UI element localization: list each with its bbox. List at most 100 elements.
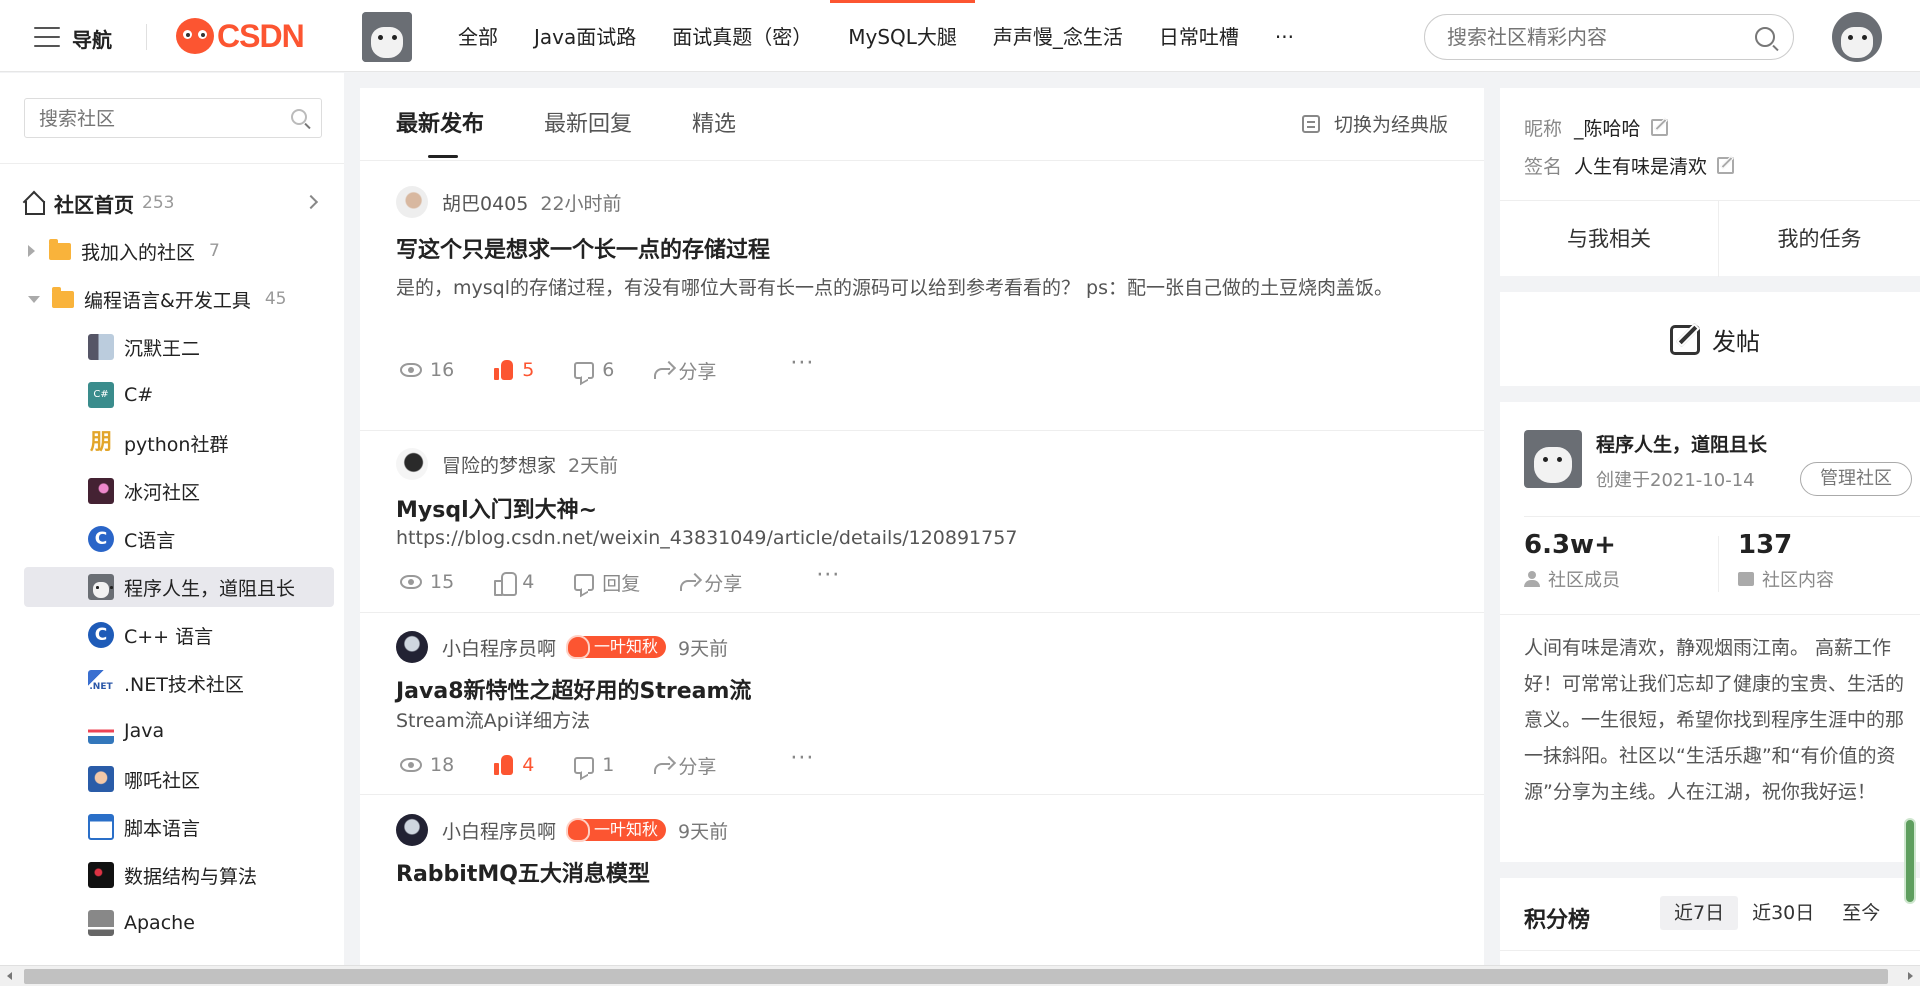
sidebar-item-algorithms[interactable]: 数据结构与算法 xyxy=(24,855,334,895)
top-tabs: 全部 Java面试路 面试真题（密） MySQL大腿 声声慢_念生活 日常吐槽 … xyxy=(440,0,1312,72)
tab-my-tasks[interactable]: 我的任务 xyxy=(1719,201,1920,277)
my-tabs: 与我相关 我的任务 xyxy=(1500,200,1920,277)
menu-icon[interactable] xyxy=(34,27,60,47)
sidebar-item-nezha[interactable]: 哪吒社区 xyxy=(24,759,334,799)
tab-life[interactable]: 声声慢_念生活 xyxy=(975,0,1141,72)
edit-icon[interactable] xyxy=(1650,119,1668,136)
sidebar-item-c[interactable]: C C语言 xyxy=(24,519,334,559)
post-body[interactable]: Stream流Api详细方法 xyxy=(396,703,1456,739)
sidebar-home[interactable]: 社区首页 253 xyxy=(22,183,322,223)
community-name: 程序人生，道阻且长 xyxy=(1596,434,1768,456)
sidebar-item-script[interactable]: 脚本语言 xyxy=(24,807,334,847)
site-search[interactable] xyxy=(1424,14,1794,60)
tab-mysql[interactable]: MySQL大腿 xyxy=(830,0,975,72)
post-author[interactable]: 小白程序员啊 xyxy=(442,817,556,844)
post-body[interactable]: https://blog.csdn.net/weixin_43831049/ar… xyxy=(396,520,1456,556)
scroll-left-arrow-icon[interactable] xyxy=(7,972,12,980)
user-badge: 一叶知秋 xyxy=(566,818,667,842)
divider xyxy=(360,794,1484,795)
tab-latest[interactable]: 最新发布 xyxy=(396,106,484,158)
nav-label[interactable]: 导航 xyxy=(72,24,112,53)
community-avatar[interactable] xyxy=(1524,430,1582,488)
post-title[interactable]: 写这个只是想求一个长一点的存储过程 xyxy=(396,232,770,264)
sidebar-item-apache[interactable]: Apache xyxy=(24,903,334,943)
tab-related-to-me[interactable]: 与我相关 xyxy=(1500,201,1718,277)
sidebar-item-java[interactable]: Java xyxy=(24,711,334,751)
comment-button[interactable]: 6 xyxy=(574,359,614,381)
new-post-button[interactable]: 发帖 xyxy=(1670,322,1760,357)
tab-featured[interactable]: 精选 xyxy=(692,106,736,146)
tab-interview-questions[interactable]: 面试真题（密） xyxy=(654,0,830,72)
sidebar-item-chenmowanger[interactable]: 沉默王二 xyxy=(24,327,334,367)
scroll-right-arrow-icon[interactable] xyxy=(1908,972,1913,980)
tab-java-interview[interactable]: Java面试路 xyxy=(516,0,654,72)
search-icon[interactable] xyxy=(1755,27,1775,47)
author-avatar[interactable] xyxy=(396,448,428,480)
tab-all-time[interactable]: 至今 xyxy=(1828,896,1894,930)
group-label: 编程语言&开发工具 xyxy=(84,289,251,312)
tab-30-days[interactable]: 近30日 xyxy=(1738,896,1828,930)
like-button[interactable]: 4 xyxy=(494,754,534,776)
sidebar-item-programmer-life[interactable]: 程序人生，道阻且长 xyxy=(24,567,334,607)
reply-button[interactable]: 回复 xyxy=(574,569,640,596)
divider xyxy=(360,430,1484,431)
tab-latest-reply[interactable]: 最新回复 xyxy=(544,106,632,146)
edit-icon[interactable] xyxy=(1717,157,1735,174)
post-body[interactable]: 是的，mysql的存储过程，有没有哪位大哥有长一点的源码可以给到参考看看的？ p… xyxy=(396,270,1456,306)
tab-daily[interactable]: 日常吐槽 xyxy=(1141,0,1257,72)
group-joined[interactable]: 我加入的社区 7 xyxy=(28,231,328,271)
post-author[interactable]: 胡巴0405 xyxy=(442,189,528,216)
share-icon xyxy=(680,574,700,591)
logo-mascot-icon xyxy=(176,18,214,54)
sidebar-item-binghe[interactable]: 冰河社区 xyxy=(24,471,334,511)
post-author[interactable]: 冒险的梦想家 xyxy=(442,451,556,478)
csdn-logo[interactable]: CSDN xyxy=(176,18,305,54)
sidebar-item-cpp[interactable]: C C++ 语言 xyxy=(24,615,334,655)
tab-all[interactable]: 全部 xyxy=(440,0,516,72)
post-title[interactable]: RabbitMQ五大消息模型 xyxy=(396,856,650,888)
post-author[interactable]: 小白程序员啊 xyxy=(442,634,556,661)
share-button[interactable]: 分享 xyxy=(654,357,716,384)
horizontal-scrollbar-thumb[interactable] xyxy=(24,969,1888,984)
manage-community-button[interactable]: 管理社区 xyxy=(1800,462,1912,496)
more-icon[interactable]: ··· xyxy=(790,748,814,776)
dotnet-icon: .NET xyxy=(88,670,114,696)
search-icon[interactable] xyxy=(291,109,307,125)
comment-button[interactable]: 1 xyxy=(574,754,614,776)
post-title[interactable]: Java8新特性之超好用的Stream流 xyxy=(396,673,751,705)
view-count: 16 xyxy=(400,359,454,381)
divider xyxy=(146,24,147,50)
view-count-value: 18 xyxy=(430,754,455,776)
sidebar-item-csharp[interactable]: C# C# xyxy=(24,375,334,415)
share-button[interactable]: 分享 xyxy=(680,569,742,596)
share-button[interactable]: 分享 xyxy=(654,752,716,779)
view-count-value: 15 xyxy=(430,571,455,593)
members-count: 6.3w+ xyxy=(1524,530,1616,560)
author-avatar[interactable] xyxy=(396,631,428,663)
author-avatar[interactable] xyxy=(396,814,428,846)
like-button[interactable]: 4 xyxy=(494,571,534,596)
user-avatar[interactable] xyxy=(1832,12,1882,62)
tab-more[interactable]: ··· xyxy=(1257,0,1312,72)
community-search[interactable] xyxy=(24,98,322,138)
sidebar-item-label: 程序人生，道阻且长 xyxy=(124,577,296,600)
switch-classic-button[interactable]: 切换为经典版 xyxy=(1301,110,1448,137)
caret-down-icon xyxy=(28,295,40,303)
sidebar-item-dotnet[interactable]: .NET .NET技术社区 xyxy=(24,663,334,703)
community-search-input[interactable] xyxy=(39,107,279,131)
thumbs-up-icon xyxy=(494,360,514,380)
like-button[interactable]: 5 xyxy=(494,359,534,381)
sidebar-item-python[interactable]: 朋 python社群 xyxy=(24,423,334,463)
content-stat: 137 社区内容 xyxy=(1738,530,1834,592)
post-actions: 16 5 6 分享 ··· xyxy=(400,353,814,384)
community-avatar[interactable] xyxy=(362,12,412,62)
group-programming[interactable]: 编程语言&开发工具 45 xyxy=(28,279,328,319)
more-icon[interactable]: ··· xyxy=(816,565,840,593)
tab-7-days[interactable]: 近7日 xyxy=(1660,896,1739,930)
site-search-input[interactable] xyxy=(1447,24,1737,50)
horizontal-scrollbar[interactable] xyxy=(0,965,1920,986)
more-icon[interactable]: ··· xyxy=(790,353,814,381)
java-icon xyxy=(88,718,114,744)
vertical-scrollbar-thumb[interactable] xyxy=(1904,818,1916,904)
author-avatar[interactable] xyxy=(396,186,428,218)
